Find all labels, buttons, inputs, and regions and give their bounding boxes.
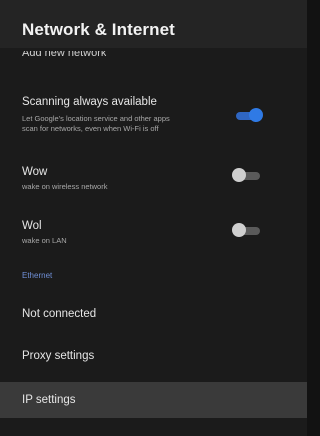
scanning-description-line2: scan for networks, even when Wi-Fi is of… xyxy=(22,124,159,133)
scanning-toggle[interactable] xyxy=(232,108,263,122)
bottom-spacer xyxy=(0,418,307,436)
wow-label: Wow xyxy=(22,166,48,178)
toggle-knob xyxy=(232,223,246,237)
ethernet-section-title: Ethernet xyxy=(22,271,53,280)
scanning-description-line1: Let Google's location service and other … xyxy=(22,114,170,123)
wow-item[interactable]: Wow wake on wireless network xyxy=(0,160,307,200)
ethernet-status-item[interactable]: Not connected xyxy=(0,302,307,330)
wol-label: Wol xyxy=(22,220,42,232)
wow-description: wake on wireless network xyxy=(22,182,108,191)
ip-settings-item[interactable]: IP settings xyxy=(0,382,307,418)
wow-toggle[interactable] xyxy=(232,168,262,182)
page-title: Network & Internet xyxy=(22,20,175,39)
header-bar: Network & Internet xyxy=(0,0,307,48)
scanning-label: Scanning always available xyxy=(22,96,157,108)
ip-settings-label: IP settings xyxy=(22,394,76,406)
wol-item[interactable]: Wol wake on LAN xyxy=(0,214,307,254)
settings-panel: Network & Internet Add new network Scann… xyxy=(0,0,307,436)
wol-description: wake on LAN xyxy=(22,236,67,245)
wol-toggle[interactable] xyxy=(232,223,262,237)
toggle-knob xyxy=(232,168,246,182)
toggle-knob xyxy=(249,108,263,122)
proxy-settings-item[interactable]: Proxy settings xyxy=(0,344,307,372)
proxy-settings-label: Proxy settings xyxy=(22,350,95,362)
scanning-always-available-item[interactable]: Scanning always available Let Google's l… xyxy=(0,88,307,144)
ethernet-status-label: Not connected xyxy=(22,308,97,320)
add-new-network-item[interactable]: Add new network xyxy=(22,51,106,60)
